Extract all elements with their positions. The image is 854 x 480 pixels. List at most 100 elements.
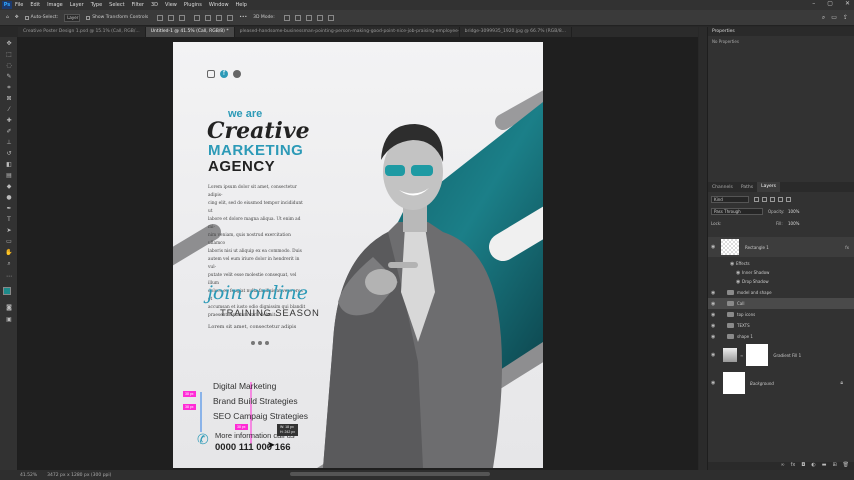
visibility-eye-icon[interactable]: ◉ xyxy=(711,352,717,358)
workspace-icon[interactable]: ▭ xyxy=(831,14,837,22)
layer-row-background[interactable]: ◉ Background 🔒︎ xyxy=(708,371,854,395)
shape-tool-icon[interactable]: ▭ xyxy=(5,239,13,245)
layer-kind-filter[interactable]: Kind xyxy=(711,196,749,203)
quick-select-icon[interactable]: ✎ xyxy=(5,74,13,80)
shape-filter-icon[interactable] xyxy=(778,197,783,202)
move-tool-icon[interactable]: ✥ xyxy=(15,15,19,20)
tab-layers[interactable]: Layers xyxy=(757,182,780,192)
properties-title[interactable]: Properties xyxy=(708,27,854,36)
show-transform-checkbox[interactable] xyxy=(86,15,91,20)
frame-tool-icon[interactable]: ⊠ xyxy=(5,96,13,102)
menu-view[interactable]: View xyxy=(165,2,177,8)
screen-mode-icon[interactable]: ▣ xyxy=(5,317,13,323)
adjustment-icon[interactable]: ◐ xyxy=(811,462,815,470)
tab-untitled-1[interactable]: Untitled-1 @ 41.5% (Call, RGB/8) * xyxy=(145,27,235,37)
auto-select-checkbox[interactable] xyxy=(24,15,29,20)
pixel-filter-icon[interactable] xyxy=(754,197,759,202)
menu-filter[interactable]: Filter xyxy=(132,2,144,8)
tab-paths[interactable]: Paths xyxy=(737,185,757,190)
brush-tool-icon[interactable]: ✐ xyxy=(5,129,13,135)
zoom-tool-icon[interactable]: ⌕ xyxy=(5,261,13,267)
eraser-tool-icon[interactable]: ◧ xyxy=(5,162,13,168)
menu-image[interactable]: Image xyxy=(47,2,63,8)
menu-3d[interactable]: 3D xyxy=(151,2,158,8)
fill-value[interactable]: 100% xyxy=(788,221,799,226)
close-icon[interactable]: ✕ xyxy=(845,0,850,7)
layer-group-shape-1[interactable]: ◉ shape 1 xyxy=(708,331,854,342)
menu-help[interactable]: Help xyxy=(236,2,247,8)
maximize-icon[interactable]: ▢ xyxy=(827,0,833,7)
layer-effects-row[interactable]: ◉ Effects xyxy=(708,259,854,268)
new-layer-icon[interactable]: ⊞ xyxy=(832,462,836,470)
layer-inner-shadow-row[interactable]: ◉ Inner Shadow xyxy=(708,268,854,277)
menu-file[interactable]: File xyxy=(15,2,23,8)
blur-tool-icon[interactable]: ◆ xyxy=(5,184,13,190)
layer-row-rectangle-1[interactable]: ◉ Rectangle 1 fx xyxy=(708,237,854,257)
layer-group-top-icons[interactable]: ◉ top icons xyxy=(708,309,854,320)
type-filter-icon[interactable] xyxy=(770,197,775,202)
pen-tool-icon[interactable]: ✒ xyxy=(5,206,13,212)
menu-select[interactable]: Select xyxy=(109,2,124,8)
3d-rotate-icon[interactable] xyxy=(283,14,290,21)
tab-businessman-jpg[interactable]: pleased-handsome-businessman-pointing-pe… xyxy=(235,27,460,37)
align-top-icon[interactable] xyxy=(194,14,201,21)
document-canvas[interactable]: f we are Creative MARKETING AGENCY Lorem… xyxy=(173,42,543,468)
opacity-value[interactable]: 100% xyxy=(788,209,799,214)
new-group-icon[interactable]: ▬ xyxy=(822,462,827,470)
visibility-eye-icon[interactable]: ◉ xyxy=(711,380,717,386)
tab-bridge-jpg[interactable]: bridge-3099935_1920.jpg @ 66.7% (RGB/8..… xyxy=(460,27,573,37)
fx-icon[interactable]: fx xyxy=(845,245,849,250)
dodge-tool-icon[interactable]: ● xyxy=(5,195,13,201)
menu-plugins[interactable]: Plugins xyxy=(184,2,202,8)
layer-row-gradient-fill-1[interactable]: ◉ ∞ Gradient Fill 1 xyxy=(708,343,854,367)
horizontal-scrollbar[interactable] xyxy=(290,472,490,476)
align-left-icon[interactable] xyxy=(157,14,164,21)
3d-slide-icon[interactable] xyxy=(316,14,323,21)
edit-toolbar-icon[interactable]: ⋯ xyxy=(5,274,13,280)
align-center-icon[interactable] xyxy=(168,14,175,21)
gradient-tool-icon[interactable]: ▤ xyxy=(5,173,13,179)
layer-group-call[interactable]: ◉ Call xyxy=(708,298,854,309)
fx-icon[interactable]: fx xyxy=(791,462,796,470)
visibility-eye-icon[interactable]: ◉ xyxy=(711,334,717,340)
layer-dropdown[interactable]: Layer xyxy=(64,13,81,22)
blend-mode-dropdown[interactable]: Pass Through xyxy=(711,208,763,215)
more-options-icon[interactable]: ••• xyxy=(239,15,247,20)
visibility-eye-icon[interactable]: ◉ xyxy=(711,290,717,296)
marquee-tool-icon[interactable]: ⬚ xyxy=(5,52,13,58)
3d-scale-icon[interactable] xyxy=(327,14,334,21)
layer-group-model-and-shape[interactable]: ◉ model and shape xyxy=(708,287,854,298)
hand-tool-icon[interactable]: ✋ xyxy=(5,250,13,256)
menu-type[interactable]: Type xyxy=(91,2,102,8)
share-icon[interactable]: ⇪ xyxy=(843,14,848,22)
layer-drop-shadow-row[interactable]: ◉ Drop Shadow xyxy=(708,277,854,286)
minimize-icon[interactable]: – xyxy=(812,0,815,7)
menu-window[interactable]: Window xyxy=(209,2,229,8)
search-icon[interactable]: ⌕ xyxy=(822,14,825,22)
zoom-level[interactable]: 41.52% xyxy=(20,473,37,478)
tab-channels[interactable]: Channels xyxy=(708,185,737,190)
adjustment-filter-icon[interactable] xyxy=(762,197,767,202)
distribute-icon[interactable] xyxy=(227,14,234,21)
3d-roll-icon[interactable] xyxy=(294,14,301,21)
type-tool-icon[interactable]: T xyxy=(5,217,13,223)
smart-filter-icon[interactable] xyxy=(786,197,791,202)
tab-creative-poster[interactable]: Creative Poster Design 1.psd @ 15.1% (Ca… xyxy=(18,27,146,37)
align-middle-icon[interactable] xyxy=(205,14,212,21)
crop-tool-icon[interactable]: ⌗ xyxy=(5,85,13,91)
move-tool-icon[interactable]: ✥ xyxy=(5,41,13,47)
path-select-icon[interactable]: ➤ xyxy=(5,228,13,234)
history-brush-icon[interactable]: ↺ xyxy=(5,151,13,157)
visibility-eye-icon[interactable]: ◉ xyxy=(711,244,717,250)
visibility-eye-icon[interactable]: ◉ xyxy=(711,301,717,307)
foreground-color-swatch[interactable] xyxy=(3,287,11,295)
menu-edit[interactable]: Edit xyxy=(30,2,40,8)
healing-brush-icon[interactable]: ✚ xyxy=(5,118,13,124)
visibility-eye-icon[interactable]: ◉ xyxy=(711,323,717,329)
clone-stamp-icon[interactable]: ⊥ xyxy=(5,140,13,146)
lasso-tool-icon[interactable]: ◌ xyxy=(5,63,13,69)
delete-layer-icon[interactable]: 🗑︎ xyxy=(843,462,849,470)
mask-icon[interactable]: ◘ xyxy=(801,462,805,470)
link-layers-icon[interactable]: ∞ xyxy=(780,462,784,470)
3d-pan-icon[interactable] xyxy=(305,14,312,21)
